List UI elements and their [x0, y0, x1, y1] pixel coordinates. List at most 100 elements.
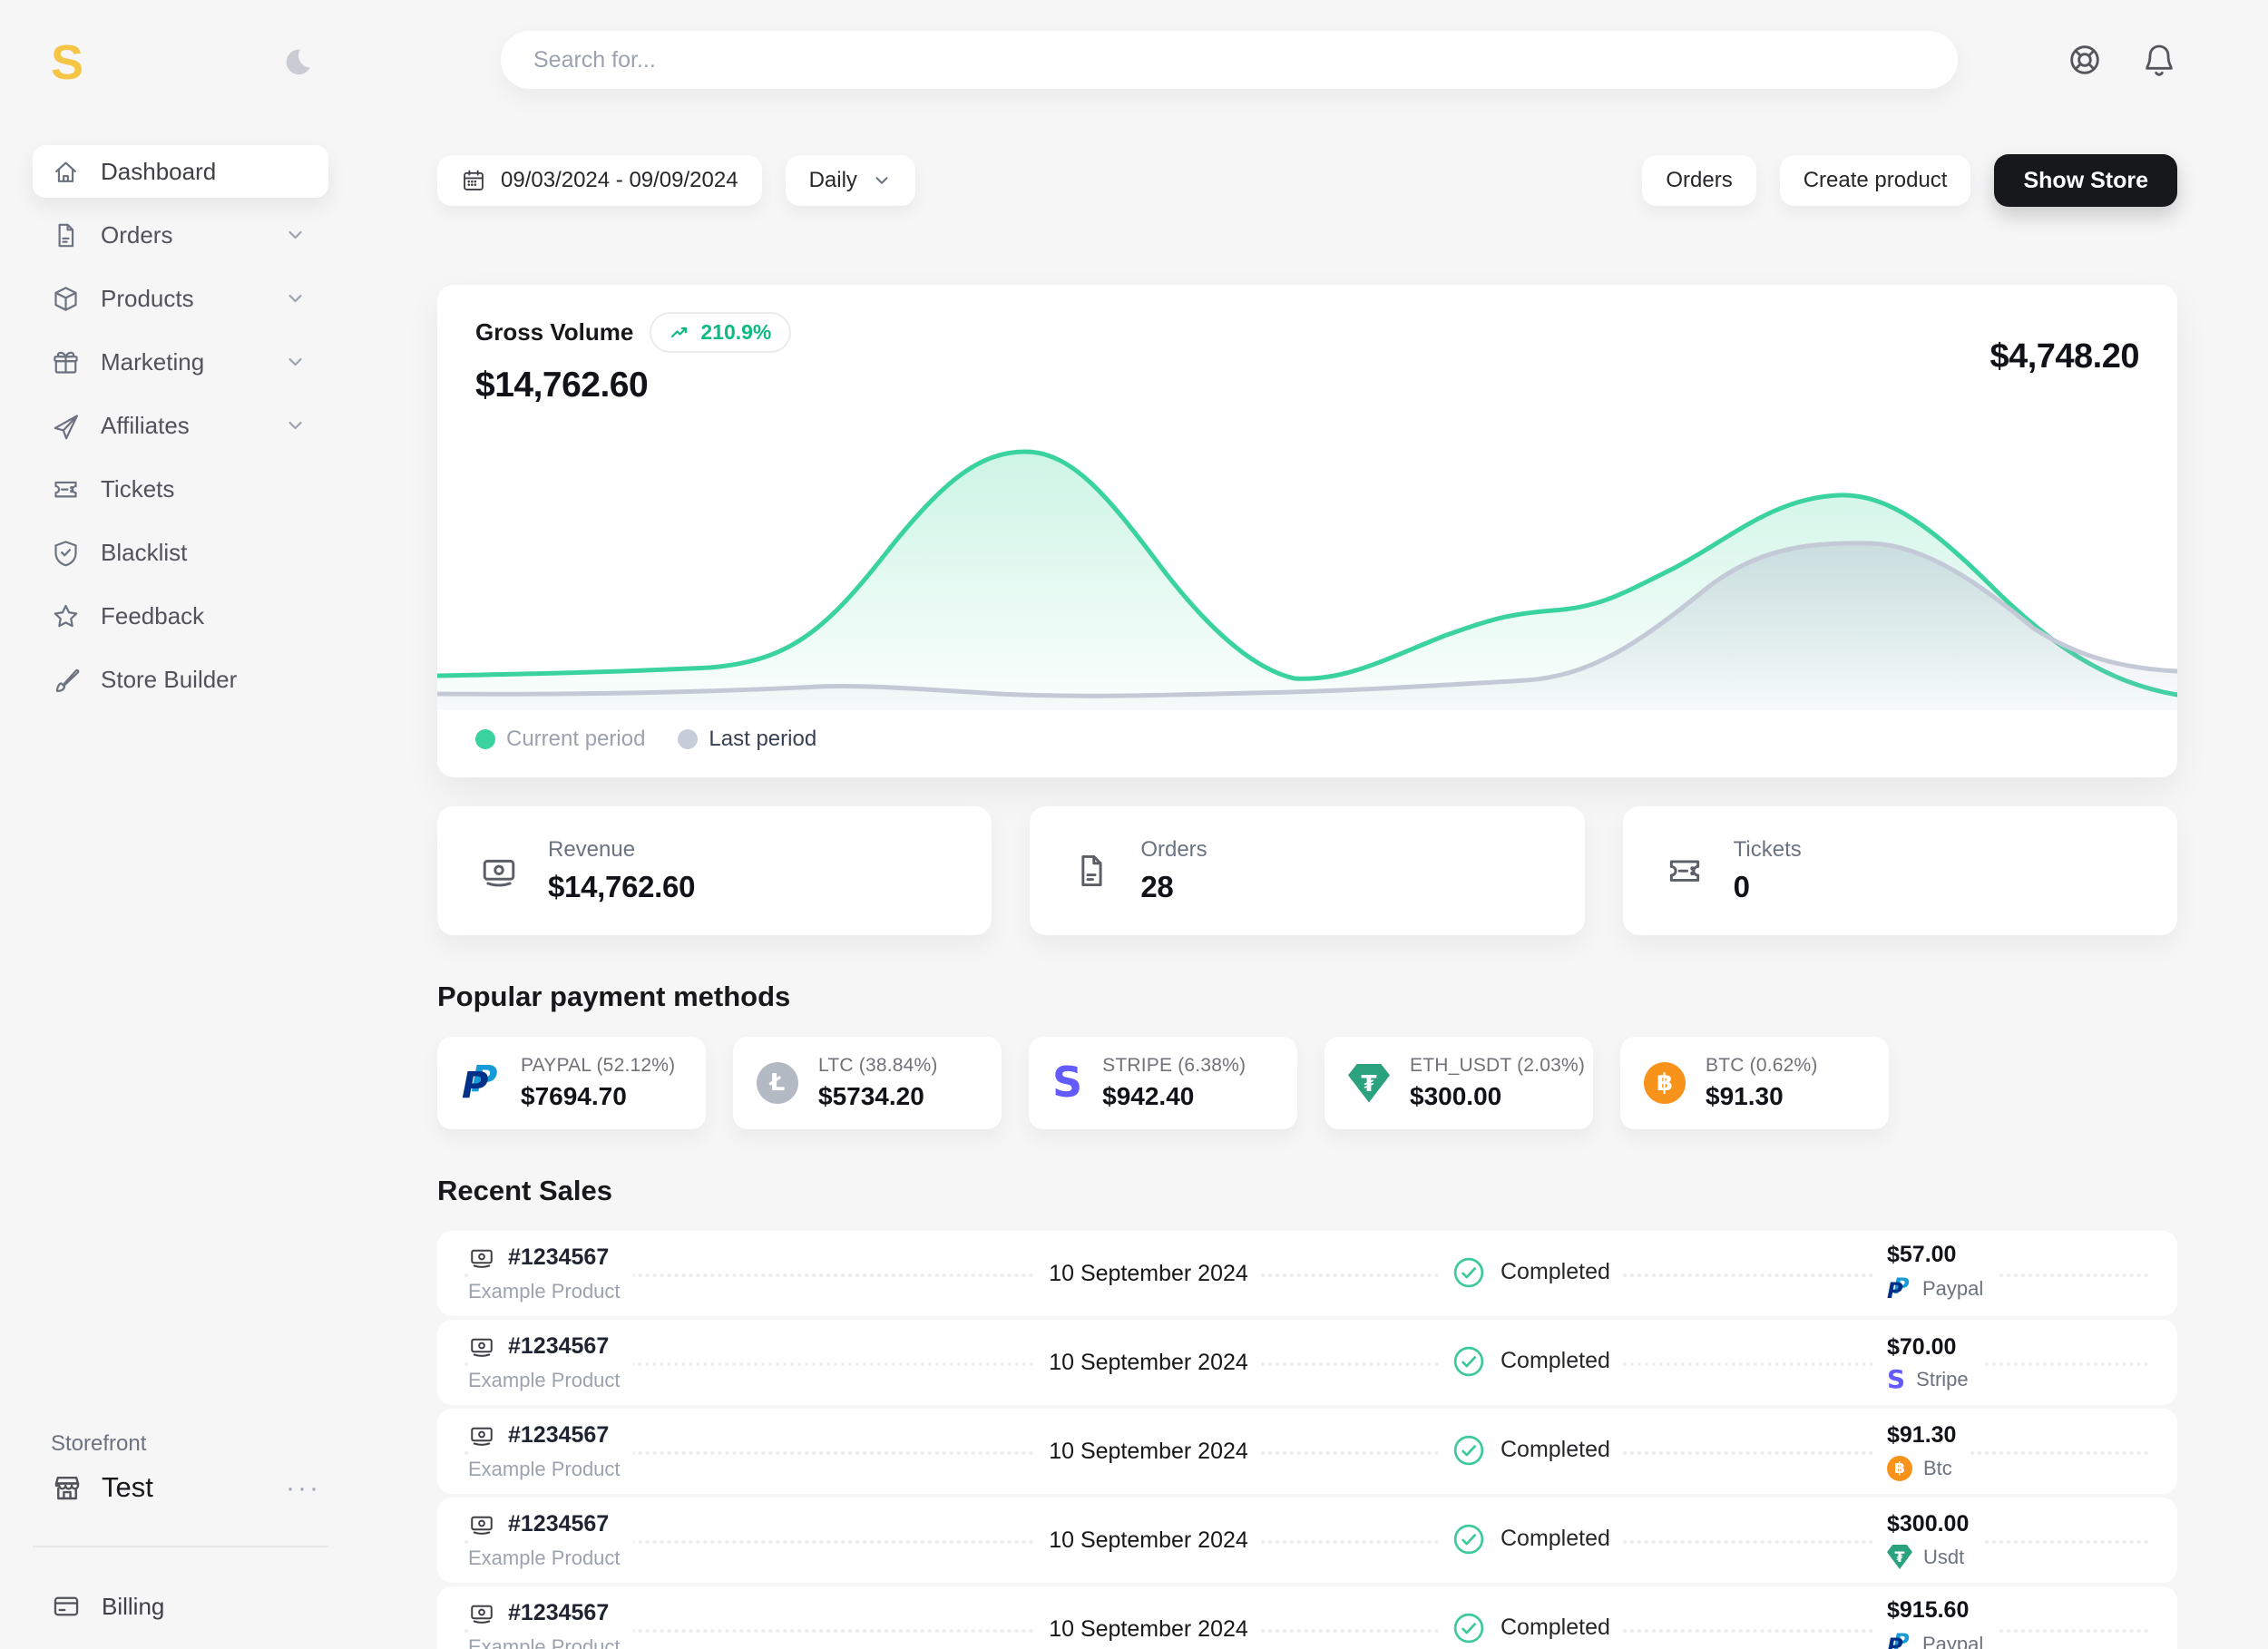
sidebar-item-affiliates[interactable]: Affiliates [33, 399, 328, 452]
sidebar-item-blacklist[interactable]: Blacklist [33, 526, 328, 579]
sale-amount: $300.00 [1887, 1511, 1969, 1537]
check-circle-icon [1452, 1344, 1486, 1379]
check-circle-icon [1452, 1255, 1486, 1290]
recent-sales-list: #1234567 Example Product 10 September 20… [437, 1231, 2177, 1649]
sale-row[interactable]: #1234567 Example Product 10 September 20… [437, 1231, 2177, 1316]
chevron-down-icon [280, 224, 310, 246]
sale-amount-cell: $57.00 PPPaypal [1874, 1240, 2146, 1307]
sidebar-divider [33, 1546, 328, 1547]
check-circle-icon [1452, 1522, 1486, 1556]
show-store-button[interactable]: Show Store [1994, 154, 2177, 207]
sale-date-cell: 10 September 2024 [858, 1348, 1439, 1378]
sidebar-header: S [33, 38, 328, 87]
area-chart[interactable] [437, 411, 2177, 710]
sale-row[interactable]: #1234567 Example Product 10 September 20… [437, 1586, 2177, 1649]
orders-button[interactable]: Orders [1642, 155, 1755, 206]
litecoin-icon: Ł [757, 1062, 798, 1104]
sale-row[interactable]: #1234567 Example Product 10 September 20… [437, 1409, 2177, 1494]
sale-row[interactable]: #1234567 Example Product 10 September 20… [437, 1320, 2177, 1405]
order-product: Example Product [468, 1458, 621, 1481]
stripe-icon: S [1887, 1368, 1905, 1390]
sidebar: S Dashboard Orders Products Marketing Affili… [0, 0, 381, 1649]
date-range-label: 09/03/2024 - 09/09/2024 [501, 168, 738, 193]
payment-label: BTC (0.62%) [1706, 1055, 1818, 1077]
sidebar-item-orders[interactable]: Orders [33, 209, 328, 261]
cash-icon [468, 1421, 495, 1449]
sale-date-cell: 10 September 2024 [858, 1437, 1439, 1467]
tether-icon: ₮ [1348, 1064, 1390, 1103]
gross-volume-card: Gross Volume 210.9% $14,762.60 $4,748.20 [437, 285, 2177, 777]
sidebar-item-marketing[interactable]: Marketing [33, 336, 328, 388]
sale-order-cell: #1234567 Example Product [468, 1331, 858, 1394]
sale-date-cell: 10 September 2024 [858, 1259, 1439, 1289]
payment-card-paypal: PPPAYPAL (52.12%) $7694.70 [437, 1037, 706, 1129]
sidebar-item-billing[interactable]: Billing [33, 1591, 328, 1622]
chart-legend: Current period Last period [437, 710, 2177, 777]
sidebar-item-feedback[interactable]: Feedback [33, 590, 328, 642]
legend-dot [678, 729, 698, 749]
stat-card-orders: Orders 28 [1030, 806, 1584, 935]
storefront-menu-button[interactable]: ··· [286, 1481, 321, 1495]
payment-methods-heading: Popular payment methods [437, 981, 2177, 1013]
stat-label: Orders [1140, 837, 1207, 863]
cash-icon [468, 1244, 495, 1271]
payment-label: LTC (38.84%) [818, 1055, 938, 1077]
sale-date: 10 September 2024 [1036, 1259, 1261, 1289]
sale-method: Paypal [1922, 1277, 1983, 1301]
sale-amount: $57.00 [1887, 1242, 1983, 1268]
payment-card-btc: ฿BTC (0.62%) $91.30 [1620, 1037, 1889, 1129]
chevron-down-icon [872, 171, 892, 190]
topbar-icons [2067, 42, 2177, 78]
order-id: #1234567 [508, 1244, 609, 1271]
sidebar-nav: Dashboard Orders Products Marketing Affiliat… [33, 145, 328, 717]
recent-sales-heading: Recent Sales [437, 1175, 2177, 1207]
sale-status-cell: Completed [1439, 1520, 1802, 1561]
sidebar-item-label: Store Builder [101, 666, 237, 694]
sale-status: Completed [1501, 1526, 1610, 1552]
stat-label: Tickets [1734, 837, 1802, 863]
check-circle-icon [1452, 1611, 1486, 1645]
legend-current-period: Current period [475, 727, 645, 752]
sidebar-item-label: Affiliates [101, 412, 190, 440]
stats-row: Revenue $14,762.60Orders 28Tickets 0 [437, 806, 2177, 935]
payment-value: $7694.70 [521, 1082, 675, 1111]
change-value: 210.9% [700, 320, 771, 345]
sale-status-cell: Completed [1439, 1609, 1802, 1649]
sale-row[interactable]: #1234567 Example Product 10 September 20… [437, 1498, 2177, 1583]
help-lifering-icon[interactable] [2067, 42, 2103, 78]
sidebar-bottom: Storefront Test ··· Billing [33, 1431, 328, 1622]
create-product-button[interactable]: Create product [1780, 155, 1971, 206]
credit-card-icon [51, 1591, 82, 1622]
sidebar-item-label: Tickets [101, 475, 174, 503]
search-input[interactable] [501, 31, 1958, 89]
sale-status-cell: Completed [1439, 1431, 1802, 1472]
dark-mode-toggle[interactable] [276, 43, 316, 83]
cash-icon [468, 1599, 495, 1626]
chevron-down-icon [280, 351, 310, 373]
sale-status: Completed [1501, 1615, 1610, 1641]
file-icon [1071, 851, 1111, 891]
payment-card-usdt: ₮ETH_USDT (2.03%) $300.00 [1325, 1037, 1593, 1129]
payment-value: $300.00 [1410, 1082, 1585, 1111]
paypal-icon: PP [1887, 1631, 1911, 1649]
storefront-selector[interactable]: Test ··· [33, 1471, 328, 1504]
payment-label: PAYPAL (52.12%) [521, 1055, 675, 1077]
sale-date: 10 September 2024 [1036, 1615, 1261, 1644]
sidebar-item-label: Orders [101, 221, 172, 249]
sale-order-cell: #1234567 Example Product [468, 1242, 858, 1305]
sidebar-item-products[interactable]: Products [33, 272, 328, 325]
sidebar-item-tickets[interactable]: Tickets [33, 463, 328, 515]
check-circle-icon [1452, 1433, 1486, 1468]
order-product: Example Product [468, 1547, 621, 1570]
sidebar-item-label: Marketing [101, 348, 204, 376]
sidebar-item-dashboard[interactable]: Dashboard [33, 145, 328, 198]
notifications-bell-icon[interactable] [2141, 42, 2177, 78]
stat-label: Revenue [548, 837, 695, 863]
interval-select[interactable]: Daily [786, 155, 915, 206]
sale-amount-cell: $915.60 PPPaypal [1874, 1595, 2146, 1649]
cash-icon [468, 1510, 495, 1537]
sidebar-item-store-builder[interactable]: Store Builder [33, 653, 328, 706]
date-range-picker[interactable]: 09/03/2024 - 09/09/2024 [437, 155, 762, 206]
legend-last-period: Last period [678, 727, 816, 752]
order-id: #1234567 [508, 1511, 609, 1537]
